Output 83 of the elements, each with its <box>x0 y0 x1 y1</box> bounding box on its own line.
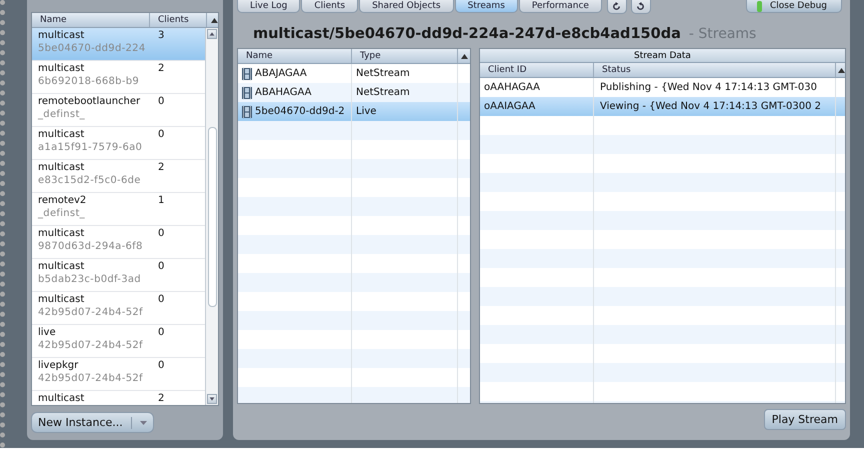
stream-path-title: multicast/5be04670-dd9d-224a-247d-e8cb4ad150da <box>253 26 681 42</box>
sort-arrow-icon[interactable] <box>211 18 218 22</box>
tab[interactable]: Streams <box>454 0 518 13</box>
table-title: Stream Data <box>480 49 845 63</box>
stream-row[interactable]: ABAHAGAA NetStream <box>238 83 470 102</box>
tab[interactable]: Shared Objects <box>359 0 454 13</box>
sort-arrow-icon[interactable] <box>461 54 468 58</box>
instance-name: remotebootlauncher <box>38 96 142 107</box>
instance-id: _definst_ <box>38 109 86 120</box>
instance-name: multicast <box>38 162 86 173</box>
instance-name: live <box>38 327 57 338</box>
client-count: 1 <box>158 195 164 208</box>
column-header[interactable]: Client ID <box>480 63 594 77</box>
instance-name: multicast <box>38 261 86 272</box>
stream-type: Live <box>355 105 378 119</box>
instance-id: e83c15d2-f5c0-6de <box>38 175 142 186</box>
instance-name: multicast <box>38 30 86 41</box>
film-icon <box>242 106 252 118</box>
client-status: Viewing - {Wed Nov 4 17:14:13 GMT-0300 2 <box>599 100 822 114</box>
client-count: 0 <box>158 96 164 109</box>
instance-id: 5be04670-dd9d-224 <box>38 43 146 54</box>
stream-type: NetStream <box>355 67 411 81</box>
instance-id: 42b95d07-24b4-52f <box>38 373 144 384</box>
client-count: 2 <box>158 63 164 76</box>
stream-name: 5be04670-dd9d-2 <box>255 106 345 117</box>
column-header[interactable]: Name <box>238 49 352 63</box>
stream-row[interactable]: ABAJAGAA NetStream <box>238 64 470 83</box>
caret-icon <box>140 420 147 424</box>
instance-id: 6b692018-668b-b9 <box>38 76 140 87</box>
tab[interactable]: Performance <box>518 0 602 13</box>
client-count: 3 <box>158 30 164 43</box>
refresh-button[interactable] <box>606 0 627 14</box>
column-header[interactable]: Status <box>594 63 836 77</box>
client-count: 0 <box>158 228 164 241</box>
close-debug-button[interactable]: Close Debug <box>746 0 842 13</box>
instance-name: multicast <box>38 228 86 239</box>
client-count: 0 <box>158 261 164 274</box>
scroll-up-icon[interactable] <box>207 29 217 39</box>
client-count: 0 <box>158 129 164 142</box>
instance-name: livepkgr <box>38 360 80 371</box>
tab[interactable]: Clients <box>301 0 358 13</box>
instance-name: multicast <box>38 129 86 140</box>
client-status: Publishing - {Wed Nov 4 17:14:13 GMT-030 <box>599 81 818 95</box>
client-count: 0 <box>158 327 164 340</box>
section-label: - Streams <box>688 26 756 42</box>
instance-name: multicast <box>38 294 86 305</box>
client-count: 0 <box>158 360 164 373</box>
instance-row[interactable]: multicast 5be04670-dd9d-224 3 <box>32 28 205 61</box>
scroll-down-icon[interactable] <box>207 394 217 404</box>
instance-name: multicast <box>38 63 86 74</box>
instance-id: 42b95d07-24b4-52f <box>38 340 144 351</box>
play-stream-button[interactable]: Play Stream <box>764 409 846 430</box>
column-header[interactable]: Clients <box>150 13 208 27</box>
column-header[interactable]: Type <box>352 49 458 63</box>
tab[interactable]: Live Log <box>237 0 300 13</box>
instance-name: multicast <box>38 393 86 404</box>
client-row[interactable]: oAAHAGAA Publishing - {Wed Nov 4 17:14:13 GMT-030 <box>480 78 845 97</box>
instance-id: 9870d63d-294a-6f8 <box>38 241 144 252</box>
column-header[interactable]: Name <box>32 13 150 27</box>
status-light-icon <box>757 0 762 12</box>
client-count: 0 <box>158 294 164 307</box>
stream-name: ABAJAGAA <box>255 68 307 79</box>
instance-name: remotev2 <box>38 195 88 206</box>
instance-id: _definst_ <box>38 208 86 219</box>
stream-name: ABAHAGAA <box>255 87 312 98</box>
client-count: 2 <box>158 162 164 175</box>
stream-type: NetStream <box>355 86 411 100</box>
film-icon <box>242 86 252 98</box>
instance-id: a1a15f91-7579-6a0 <box>38 142 144 153</box>
new-instance-button[interactable]: New Instance... <box>31 412 154 433</box>
instance-id: 42b95d07-24b4-52f <box>38 307 144 318</box>
sort-arrow-icon[interactable] <box>838 68 845 72</box>
stream-row[interactable]: 5be04670-dd9d-2 Live <box>238 102 470 121</box>
film-icon <box>242 68 252 80</box>
refresh-icon <box>612 2 622 11</box>
client-id: oAAIAGAA <box>483 100 536 114</box>
refresh-icon <box>636 2 646 11</box>
client-count: 2 <box>158 393 164 405</box>
instance-id: b5dab23c-b0df-3ad <box>38 274 142 285</box>
scrollbar[interactable] <box>205 28 218 405</box>
client-id: oAAHAGAA <box>483 81 541 95</box>
refresh-button[interactable] <box>630 0 651 14</box>
client-row[interactable]: oAAIAGAA Viewing - {Wed Nov 4 17:14:13 GMT-0300 2 <box>480 97 845 116</box>
